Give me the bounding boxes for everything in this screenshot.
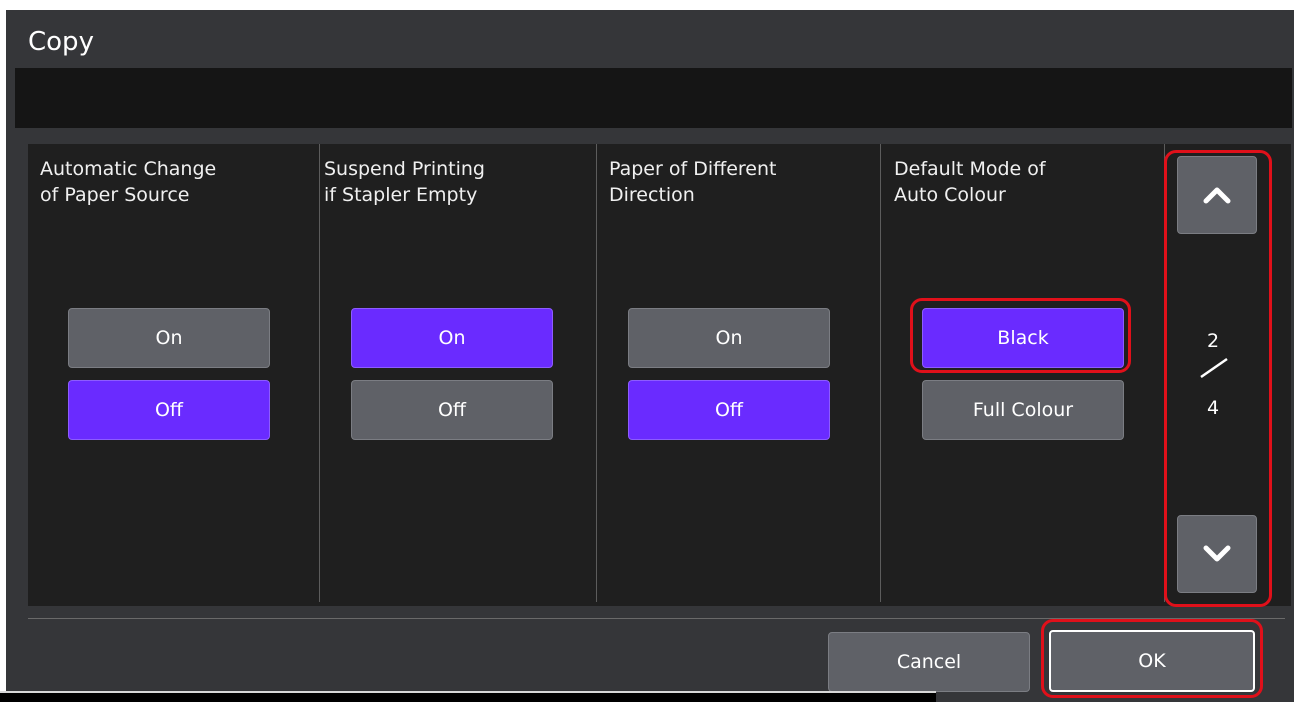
setting-title: Paper of Different Direction [609,158,777,206]
page-up-button[interactable] [1177,156,1257,234]
full-colour-mode-button[interactable]: Full Colour [922,380,1124,440]
direction-off-button[interactable]: Off [628,380,830,440]
current-page-number: 2 [1207,330,1220,352]
page-separator [1200,357,1228,379]
total-page-number: 4 [1207,397,1220,419]
paper-source-off-button[interactable]: Off [68,380,270,440]
setting-paper-of-different-direction: Paper of Different Direction On Off [597,144,881,602]
paper-source-on-button[interactable]: On [68,308,270,368]
setting-title: Suspend Printing if Stapler Empty [324,158,485,206]
stapler-on-button[interactable]: On [351,308,553,368]
setting-automatic-change-of-paper-source: Automatic Change of Paper Source On Off [28,144,320,602]
settings-panel: Automatic Change of Paper Source On Off … [28,144,1291,606]
copy-settings-screen: Copy Automatic Change of Paper Source On… [6,10,1294,702]
chevron-up-icon [1203,187,1231,204]
chevron-down-icon [1203,545,1231,562]
bottom-edge-strip [0,691,936,702]
setting-suspend-printing-if-stapler-empty: Suspend Printing if Stapler Empty On Off [320,144,597,602]
direction-on-button[interactable]: On [628,308,830,368]
cancel-button[interactable]: Cancel [828,632,1030,692]
setting-title: Default Mode of Auto Colour [894,158,1046,206]
message-bar [15,68,1292,128]
ok-button[interactable]: OK [1049,630,1255,692]
footer-divider [28,618,1285,619]
page-down-button[interactable] [1177,515,1257,593]
setting-default-mode-of-auto-colour: Default Mode of Auto Colour Black Full C… [881,144,1165,602]
setting-title: Automatic Change of Paper Source [40,158,217,206]
black-mode-button[interactable]: Black [922,308,1124,368]
screen-title: Copy [28,27,94,57]
stapler-off-button[interactable]: Off [351,380,553,440]
